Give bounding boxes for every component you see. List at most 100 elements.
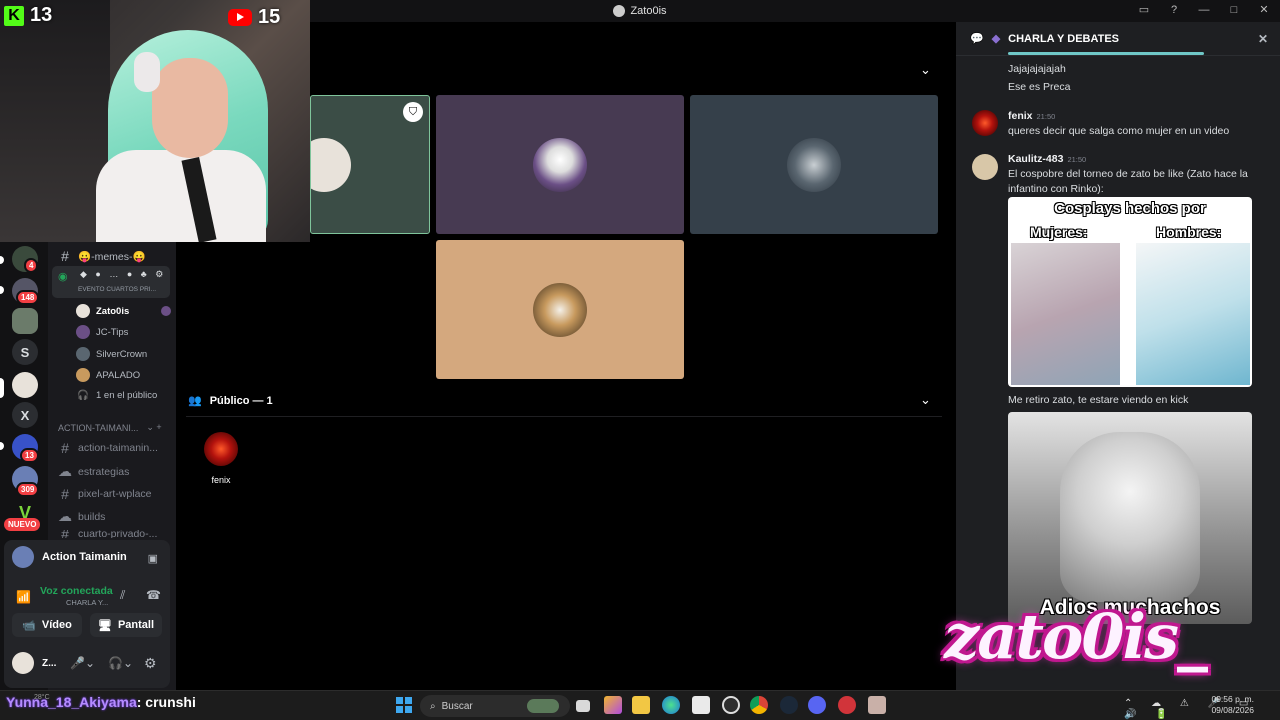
discord-icon[interactable]	[808, 696, 826, 714]
speaker-tile-apalado[interactable]	[436, 240, 684, 379]
maximize-button[interactable]: □	[1226, 4, 1242, 16]
mic-icon[interactable]: 🎤⌄	[70, 656, 95, 670]
channel-item[interactable]: ☁ estrategias	[58, 463, 129, 480]
stage-icon: ◉	[58, 271, 68, 283]
search-placeholder: Buscar	[441, 700, 473, 712]
stage-user[interactable]: SilverCrown	[76, 347, 147, 361]
collapse-speakers-chevron-icon[interactable]: ⌄	[920, 62, 931, 78]
taskbar-search[interactable]: ⌕ Buscar	[420, 695, 570, 717]
app-icon[interactable]	[838, 696, 856, 714]
speaker-tile-zato0is[interactable]: ⛉	[310, 95, 430, 234]
server-icon[interactable]: X	[12, 402, 38, 428]
user-avatar	[76, 347, 90, 361]
clock-time: 09:56 p. m.	[1211, 694, 1254, 704]
stage-user[interactable]: APALADO	[76, 368, 140, 382]
task-view-icon[interactable]	[576, 700, 590, 712]
start-icon[interactable]	[396, 697, 412, 713]
channel-item[interactable]: # action-taimanin...	[58, 440, 158, 456]
close-window-button[interactable]: ✕	[1256, 3, 1272, 16]
settings-icon[interactable]: ⚙	[144, 655, 157, 672]
speaker-avatar	[533, 137, 587, 192]
speaker-avatar	[533, 282, 587, 337]
user-name: APALADO	[96, 369, 141, 381]
chat-message: Me retiro zato, te estare viendo en kick	[1008, 394, 1189, 406]
clock-date: 09/08/2026	[1211, 705, 1254, 715]
meme-image-adios[interactable]: Adios muchachos	[1008, 412, 1252, 624]
meme-left-photo	[1011, 243, 1120, 385]
screen-share-button[interactable]: 🖥 Pantall	[90, 613, 162, 637]
forum-icon: ☁	[58, 463, 72, 479]
file-explorer-icon[interactable]	[632, 696, 650, 714]
server-icon[interactable]	[12, 308, 38, 334]
channel-memes[interactable]: # 😛-memes-😛	[58, 248, 145, 264]
obs-icon[interactable]	[722, 696, 740, 714]
message-avatar[interactable]	[972, 110, 998, 136]
speaker-tile-jc-tips[interactable]	[436, 95, 684, 234]
hash-icon: #	[61, 530, 69, 538]
edge-icon[interactable]	[662, 696, 680, 714]
window-title: Zato0is	[630, 5, 667, 17]
chrome-icon[interactable]	[750, 696, 768, 714]
disconnect-icon[interactable]: ☎	[146, 588, 161, 602]
server-badge: 309	[16, 482, 40, 497]
stage-tools-icons: ◆ ● … ● ♣ ⚙	[80, 269, 167, 279]
video-icon: 📹	[22, 619, 36, 632]
ticker-text: : crunshi	[136, 694, 196, 710]
meme-right-label: Hombres:	[1156, 224, 1222, 240]
meme-title: Cosplays hechos por	[1054, 200, 1206, 217]
server-activity-row[interactable]: Action Taimanin	[12, 546, 127, 568]
server-icon[interactable]	[12, 372, 38, 398]
video-button[interactable]: 📹 Vídeo	[12, 613, 82, 637]
channel-item[interactable]: ☁ builds	[58, 508, 105, 525]
weather-label: 28°C	[34, 694, 50, 701]
chat-message: Ese es Preca	[1008, 81, 1071, 93]
audience-section-header: 👥 Público — 1	[188, 394, 273, 408]
hash-icon: #	[61, 440, 69, 456]
noise-suppression-icon[interactable]: ⫽	[120, 588, 125, 603]
meme-character	[1060, 432, 1200, 602]
unread-indicator	[0, 442, 4, 450]
taskbar-clock[interactable]: 09:56 p. m. 09/08/2026	[1211, 694, 1254, 716]
youtube-logo-icon	[228, 9, 252, 26]
widgets-icon[interactable]	[604, 696, 622, 714]
meme-image-cosplays[interactable]: Cosplays hechos por Mujeres: Hombres:	[1008, 197, 1252, 387]
channel-label: pixel-art-wplace	[78, 488, 152, 500]
store-icon[interactable]	[692, 696, 710, 714]
user-avatar	[76, 325, 90, 339]
category-header[interactable]: ACTION-TAIMANI... ⌄ +	[58, 422, 162, 433]
taskbar: Yunna_18_Akiyama: crunshi 28°C ⌕ Buscar …	[0, 690, 1280, 720]
moderator-icon: ⛉	[403, 102, 423, 122]
speaker-tile-silvercrown[interactable]	[690, 95, 938, 234]
audience-member[interactable]: fenix	[202, 432, 240, 485]
message-author[interactable]: fenix	[1008, 110, 1033, 122]
server-icon[interactable]: S	[12, 339, 38, 365]
steam-icon[interactable]	[780, 696, 798, 714]
channel-item[interactable]: # pixel-art-wplace	[58, 486, 152, 502]
close-chat-icon[interactable]: ✕	[1258, 32, 1268, 46]
collapse-audience-chevron-icon[interactable]: ⌄	[920, 392, 931, 408]
account-row[interactable]: Z...	[12, 652, 56, 674]
game-icon[interactable]	[868, 696, 886, 714]
server-badge: 4	[24, 258, 39, 273]
inbox-icon[interactable]: ▭	[1136, 3, 1152, 16]
channel-label: estrategias	[78, 465, 130, 478]
embed-edge	[1008, 52, 1204, 55]
message-author[interactable]: Kaulitz-483	[1008, 153, 1063, 165]
speaker-avatar	[787, 137, 841, 192]
message-avatar[interactable]	[972, 154, 998, 180]
stage-user[interactable]: Zato0is	[76, 304, 172, 318]
stage-small-icon: ◆	[991, 33, 1001, 45]
stage-user[interactable]: JC-Tips	[76, 325, 128, 339]
screen-share-icon[interactable]: ▣	[148, 552, 158, 565]
headphones-toggle-icon[interactable]: 🎧⌄	[108, 656, 133, 670]
minimize-button[interactable]: —	[1196, 4, 1212, 16]
stage-channel-active[interactable]: ◉ ◆ ● … ● ♣ ⚙ EVENTO CUARTOS PRI...	[52, 266, 170, 298]
help-icon[interactable]: ?	[1166, 4, 1182, 16]
audience-count[interactable]: 🎧 1 en el público	[76, 390, 157, 401]
message-time: 21:50	[1036, 112, 1056, 121]
voice-status[interactable]: Voz conectada	[40, 585, 113, 597]
voice-channel[interactable]: CHARLA Y...	[66, 598, 108, 607]
channel-item[interactable]: # cuarto-privado-...	[58, 530, 157, 538]
tray-icons[interactable]: ⌃ ☁ ⚠ 🎤 ▭ 🔊 🔋	[1124, 698, 1280, 720]
webcam-person-face	[152, 58, 228, 158]
